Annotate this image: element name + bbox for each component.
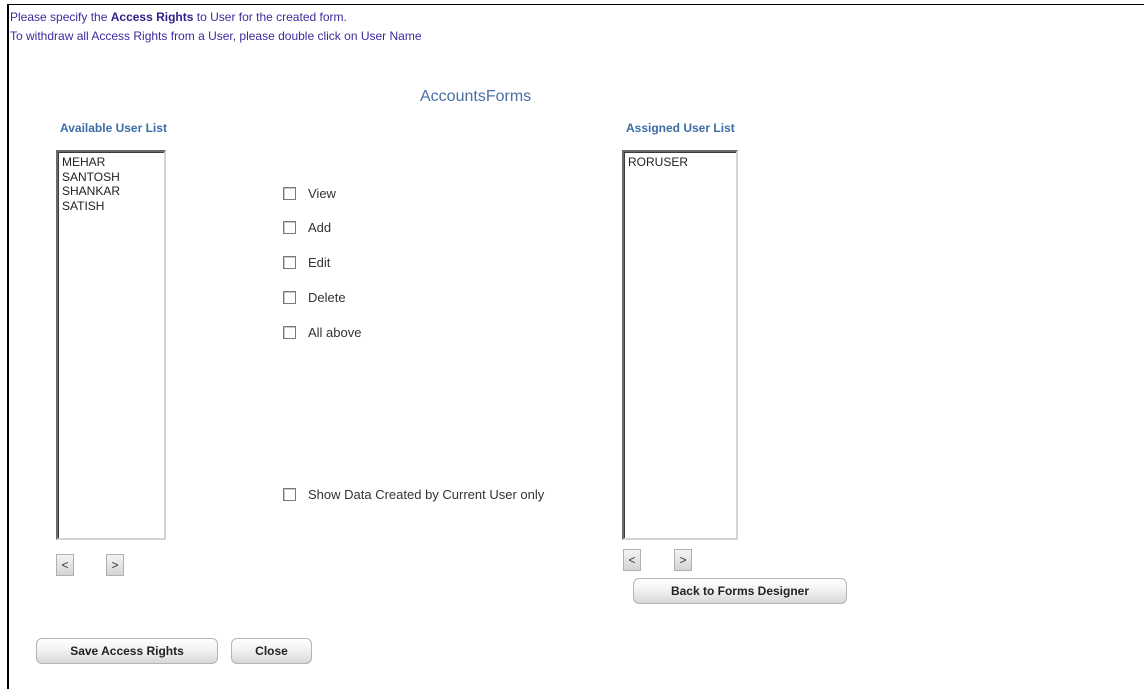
instructions: Please specify the Access Rights to User… (10, 8, 422, 46)
access-rights-emphasis: Access Rights (110, 10, 194, 24)
list-item[interactable]: SATISH (62, 199, 160, 214)
available-move-right-button[interactable]: > (106, 554, 124, 576)
view-label: View (308, 186, 336, 201)
all-above-label: All above (308, 325, 362, 340)
add-label: Add (308, 220, 332, 235)
add-right-option[interactable]: Add (283, 220, 331, 235)
edit-label: Edit (308, 255, 331, 270)
all-rights-option[interactable]: All above (283, 325, 361, 340)
current-user-only-option[interactable]: Show Data Created by Current User only (283, 487, 544, 502)
available-move-left-button[interactable]: < (56, 554, 74, 576)
edit-checkbox[interactable] (283, 256, 296, 269)
instruction-text: Please specify the (10, 10, 111, 24)
current-user-only-checkbox[interactable] (283, 488, 296, 501)
current-user-only-label: Show Data Created by Current User only (308, 487, 545, 502)
instruction-text: to User for the created form. (193, 10, 347, 24)
add-checkbox[interactable] (283, 221, 296, 234)
list-item[interactable]: RORUSER (628, 155, 732, 170)
view-checkbox[interactable] (283, 187, 296, 200)
assigned-list-title: Assigned User List (626, 121, 735, 135)
save-access-rights-button[interactable]: Save Access Rights (36, 638, 218, 664)
list-item[interactable]: MEHAR (62, 155, 160, 170)
instruction-line-1: Please specify the Access Rights to User… (10, 8, 422, 27)
assigned-move-left-button[interactable]: < (623, 549, 641, 571)
view-right-option[interactable]: View (283, 186, 336, 201)
list-item[interactable]: SANTOSH (62, 170, 160, 185)
instruction-line-2: To withdraw all Access Rights from a Use… (10, 29, 422, 43)
form-title: AccountsForms (420, 88, 532, 105)
delete-right-option[interactable]: Delete (283, 290, 346, 305)
page-frame (7, 4, 1144, 689)
list-item[interactable]: SHANKAR (62, 184, 160, 199)
all-above-checkbox[interactable] (283, 326, 296, 339)
edit-right-option[interactable]: Edit (283, 255, 330, 270)
available-list-title: Available User List (60, 121, 167, 135)
back-to-forms-designer-button[interactable]: Back to Forms Designer (633, 578, 847, 604)
available-user-listbox[interactable]: MEHAR SANTOSH SHANKAR SATISH (56, 150, 166, 540)
assigned-move-right-button[interactable]: > (674, 549, 692, 571)
delete-checkbox[interactable] (283, 291, 296, 304)
delete-label: Delete (308, 290, 346, 305)
assigned-user-listbox[interactable]: RORUSER (622, 150, 738, 540)
close-button[interactable]: Close (231, 638, 312, 664)
